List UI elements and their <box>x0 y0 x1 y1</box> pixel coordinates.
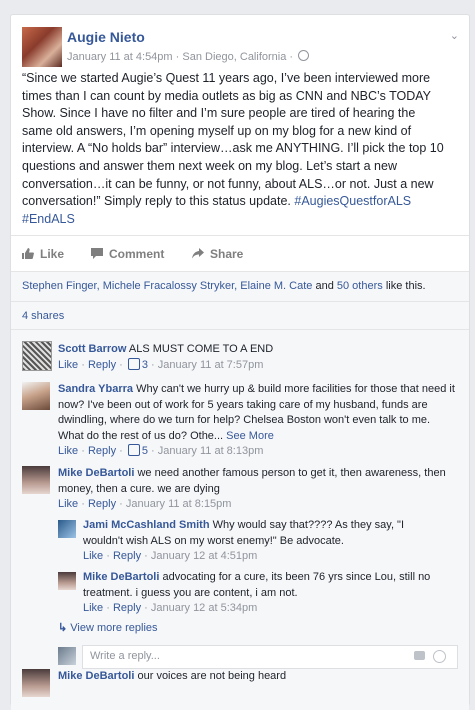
comment-like-link[interactable]: Like <box>83 602 103 614</box>
hashtag-link[interactable]: #AugiesQuestforALS <box>294 194 411 208</box>
post-actions: Like Comment Share <box>11 235 469 272</box>
like-count[interactable]: 3 <box>142 359 148 371</box>
comment-date[interactable]: January 11 at 8:15pm <box>126 498 232 510</box>
likers-link[interactable]: Stephen Finger, Michele Fracalossy Stryk… <box>22 280 312 292</box>
author-avatar[interactable] <box>22 27 62 67</box>
reply-input[interactable]: Write a reply... <box>82 645 458 669</box>
reply: Jami McCashland Smith Why would say that… <box>83 519 405 562</box>
comment: Mike DeBartoli our voices are not being … <box>58 670 287 682</box>
post-line: “Since we started Augie’s Quest 11 years… <box>22 71 431 85</box>
thumbs-up-icon <box>127 357 140 370</box>
post-line: conversation…it can be funny, or not fun… <box>22 176 434 191</box>
post-line: same old answers, I’m opening myself up … <box>22 123 412 138</box>
comment-reply-link[interactable]: Reply <box>88 445 116 457</box>
comment-icon <box>91 248 103 259</box>
avatar[interactable] <box>22 382 50 410</box>
author-name[interactable]: Augie Nieto <box>67 29 145 45</box>
comment-like-link[interactable]: Like <box>58 498 78 510</box>
comment-date[interactable]: January 12 at 4:51pm <box>151 550 257 562</box>
comment-reply-link[interactable]: Reply <box>113 602 141 614</box>
like-button[interactable]: Like <box>22 247 64 261</box>
post-line: interview. A “No holds bar” interview…as… <box>22 141 444 156</box>
post-line: conversation!” Simply reply to this stat… <box>22 194 412 209</box>
comment-reply-link[interactable]: Reply <box>88 498 116 510</box>
avatar[interactable] <box>58 572 76 590</box>
thumbs-up-icon <box>22 248 34 259</box>
comment: Sandra Ybarra Why can't we hurry up & bu… <box>58 383 455 457</box>
comment-like-link[interactable]: Like <box>58 445 78 457</box>
post-line: times than I can count by media outlets … <box>22 88 431 103</box>
share-arrow-icon <box>192 248 204 259</box>
post-text: “Since we started Augie’s Quest 11 years… <box>22 70 460 228</box>
comment-reply-link[interactable]: Reply <box>88 359 116 371</box>
avatar[interactable] <box>22 669 50 697</box>
globe-icon <box>298 50 310 61</box>
camera-icon[interactable] <box>414 651 425 660</box>
share-button[interactable]: Share <box>192 247 243 261</box>
post-meta: January 11 at 4:54pm · San Diego, Califo… <box>67 50 310 63</box>
likes-summary: Stephen Finger, Michele Fracalossy Stryk… <box>11 271 469 302</box>
comment-button[interactable]: Comment <box>91 247 164 261</box>
avatar[interactable] <box>58 520 76 538</box>
view-more-replies[interactable]: ↳ View more replies <box>58 621 158 637</box>
comment-date[interactable]: January 12 at 5:34pm <box>151 602 257 614</box>
post-line: Show. Since I have no filter and I’m sur… <box>22 106 416 121</box>
post-line: questions and answer them next week on m… <box>22 158 397 173</box>
hashtag-link[interactable]: #EndALS <box>22 211 460 229</box>
thumbs-up-icon <box>127 444 140 456</box>
reply: Mike DeBartoli advocating for a cure, it… <box>83 571 431 614</box>
shares-bar: 4 shares <box>11 301 469 330</box>
avatar <box>58 647 76 665</box>
post-date[interactable]: January 11 at 4:54pm <box>67 51 173 63</box>
comment-like-link[interactable]: Like <box>58 359 78 371</box>
like-count[interactable]: 5 <box>142 445 148 457</box>
comment-like-link[interactable]: Like <box>83 550 103 562</box>
comment-date[interactable]: January 11 at 8:13pm <box>158 445 264 457</box>
shares-link[interactable]: 4 shares <box>22 310 64 322</box>
chevron-down-icon[interactable]: ⌄ <box>450 29 459 42</box>
others-link[interactable]: 50 others <box>337 280 383 292</box>
post-location[interactable]: San Diego, California <box>182 51 286 63</box>
reply-arrow-icon: ↳ <box>58 622 68 634</box>
post-card: Augie Nieto January 11 at 4:54pm · San D… <box>10 14 470 710</box>
emoji-icon[interactable] <box>433 650 446 663</box>
comment-date[interactable]: January 11 at 7:57pm <box>158 359 264 371</box>
see-more-link[interactable]: See More <box>226 430 274 442</box>
comment: Scott Barrow ALS MUST COME TO A END Like… <box>58 343 274 371</box>
comment-reply-link[interactable]: Reply <box>113 550 141 562</box>
avatar[interactable] <box>22 466 50 494</box>
avatar[interactable] <box>22 341 52 371</box>
comment: Mike DeBartoli we need another famous pe… <box>58 467 446 510</box>
